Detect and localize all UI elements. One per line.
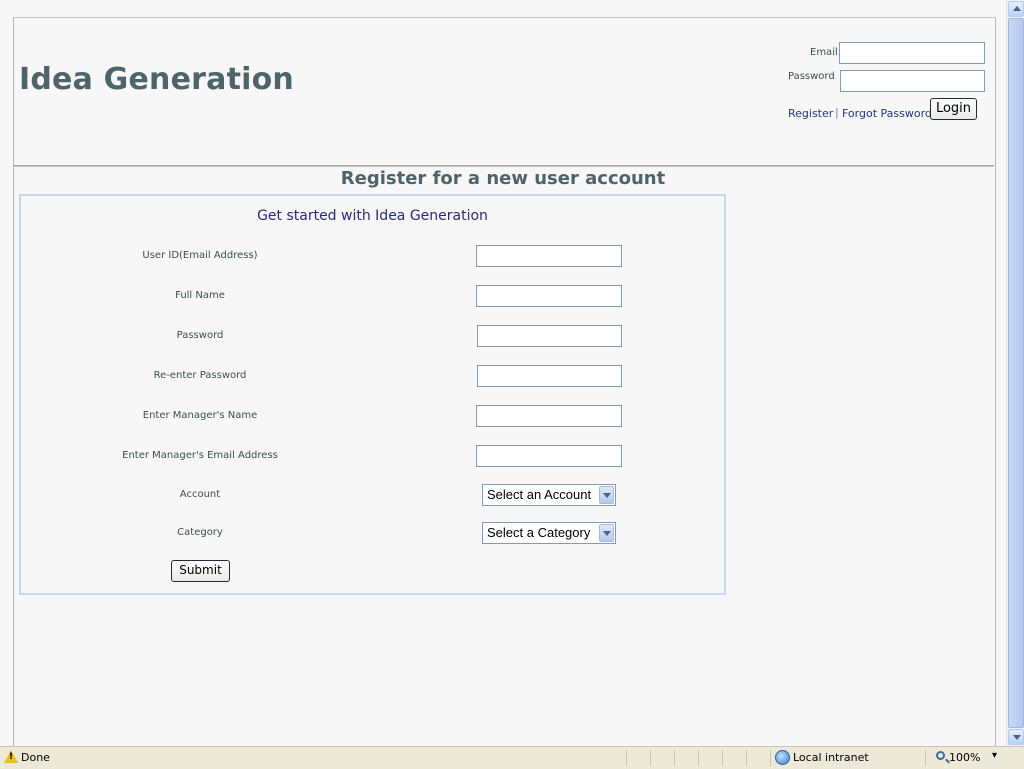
globe-icon [775, 750, 790, 765]
status-divider [650, 750, 651, 766]
password-input[interactable] [477, 325, 622, 347]
manager-email-input[interactable] [476, 445, 622, 467]
login-email-input[interactable] [839, 42, 985, 64]
chevron-down-icon[interactable] [599, 524, 614, 542]
scroll-up-icon[interactable] [1008, 1, 1024, 17]
zoom-icon[interactable] [936, 751, 945, 760]
reenter-password-input[interactable] [477, 365, 622, 387]
scroll-thumb[interactable] [1008, 18, 1024, 728]
category-label: Category [177, 527, 223, 538]
panel-title: Get started with Idea Generation [257, 208, 488, 224]
scroll-down-icon[interactable] [1008, 729, 1024, 745]
status-divider [626, 750, 627, 766]
reenter-password-label: Re-enter Password [153, 370, 247, 381]
status-divider [925, 750, 926, 766]
password-label: Password [176, 330, 224, 341]
submit-button[interactable]: Submit [171, 560, 230, 582]
category-select-value: Select a Category [487, 525, 591, 540]
forgot-password-link[interactable]: Forgot Password [842, 107, 932, 120]
manager-name-input[interactable] [476, 405, 622, 427]
full-name-input[interactable] [476, 285, 622, 307]
status-divider [770, 750, 771, 766]
login-password-input[interactable] [840, 70, 985, 92]
login-button[interactable]: Login [930, 98, 977, 120]
status-text: Done [21, 751, 50, 764]
zoom-level[interactable]: 100% [949, 751, 980, 764]
chevron-down-icon[interactable] [599, 486, 614, 504]
vertical-scrollbar[interactable] [1006, 0, 1024, 746]
status-bar: Done Local intranet 100% ▾ [0, 746, 1024, 769]
account-select-value: Select an Account [487, 487, 592, 502]
warning-icon[interactable] [4, 750, 18, 763]
account-label: Account [179, 489, 221, 500]
header-divider [13, 166, 994, 167]
login-password-label: Password [788, 71, 835, 82]
status-divider [674, 750, 675, 766]
zoom-dropdown-icon[interactable]: ▾ [992, 750, 997, 761]
status-divider [746, 750, 747, 766]
page-heading: Register for a new user account [340, 168, 666, 189]
status-divider [722, 750, 723, 766]
register-link[interactable]: Register [788, 107, 833, 120]
site-title: Idea Generation [19, 62, 294, 97]
category-select[interactable]: Select a Category [482, 522, 616, 544]
zone-text: Local intranet [793, 751, 869, 764]
login-email-label: Email [810, 47, 838, 58]
full-name-label: Full Name [175, 290, 225, 301]
manager-name-label: Enter Manager's Name [142, 410, 258, 421]
link-separator: | [835, 106, 839, 119]
user-id-label: User ID(Email Address) [142, 250, 258, 261]
account-select[interactable]: Select an Account [482, 484, 616, 506]
status-divider [698, 750, 699, 766]
manager-email-label: Enter Manager's Email Address [122, 450, 278, 461]
user-id-input[interactable] [476, 245, 622, 267]
